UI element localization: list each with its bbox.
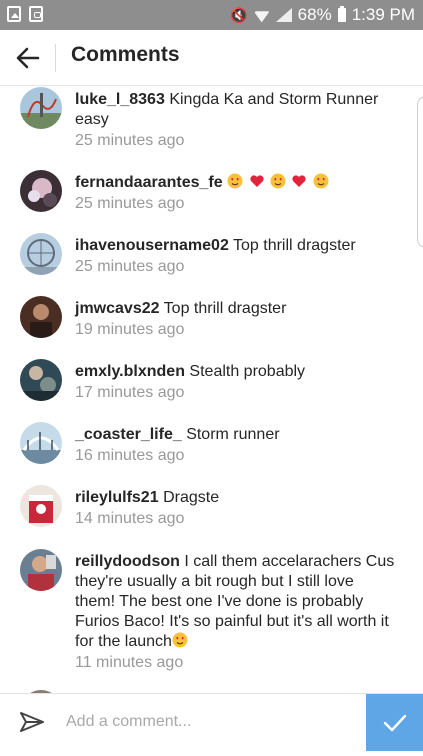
heart-eyes-emoji-icon (172, 632, 188, 648)
avatar[interactable] (20, 233, 62, 275)
avatar[interactable] (20, 87, 62, 129)
comment-username[interactable]: _coaster_life_ (75, 426, 182, 443)
comment-text: luke_l_8363 Kingda Ka and Storm Runner e… (75, 90, 395, 130)
clipboard-notification-icon (29, 6, 43, 22)
checkmark-icon (383, 714, 407, 732)
comment-body: Stealth probably (189, 363, 306, 380)
comment-time: 17 minutes ago (75, 384, 185, 401)
app-bar: Comments (0, 30, 423, 86)
comment-username[interactable]: reillydoodson (75, 553, 180, 570)
comment-username[interactable]: luke_l_8363 (75, 91, 165, 108)
comment-username[interactable]: ihavenousername02 (75, 237, 229, 254)
battery-percent: 68% (297, 5, 332, 24)
avatar[interactable] (20, 170, 62, 212)
comment-list[interactable]: luke_l_8363 Kingda Ka and Storm Runner e… (0, 87, 423, 693)
status-bar: 🔇 68% 1:39 PM (0, 0, 423, 30)
comment-time: 25 minutes ago (75, 132, 185, 149)
battery-icon (337, 6, 346, 22)
heart-eyes-emoji-icon (227, 173, 243, 189)
comment-body: Storm runner (186, 426, 280, 443)
page-title: Comments (71, 43, 180, 66)
comment-username[interactable]: emxly.blxnden (75, 363, 185, 380)
avatar[interactable] (20, 549, 62, 591)
comment-text: fernandaarantes_fe (75, 173, 395, 193)
comment-text: emxly.blxnden Stealth probably (75, 362, 395, 382)
comment-text: ihavenousername02 Top thrill dragster (75, 236, 395, 256)
heart-eyes-emoji-icon (270, 173, 286, 189)
direct-send-icon[interactable] (18, 708, 46, 736)
avatar[interactable] (20, 422, 62, 464)
post-button[interactable] (366, 694, 423, 751)
comment-body: Dragste (163, 489, 220, 506)
avatar[interactable] (20, 296, 62, 338)
mute-icon: 🔇 (230, 6, 248, 23)
comment-time: 11 minutes ago (75, 654, 184, 671)
comment-username[interactable]: fernandaarantes_fe (75, 174, 223, 191)
comment-body: Top thrill dragster (163, 300, 287, 317)
comment-input-bar (0, 693, 423, 751)
comment-text: _coaster_life_ Storm runner (75, 425, 395, 445)
red-heart-emoji-icon (249, 175, 264, 187)
clock: 1:39 PM (351, 5, 415, 24)
comment-text: reillydoodson I call them accelarachers … (75, 552, 395, 652)
red-heart-emoji-icon (292, 175, 307, 187)
avatar[interactable] (20, 359, 62, 401)
comment-time: 25 minutes ago (75, 258, 185, 275)
comment-username[interactable]: rileylulfs21 (75, 489, 159, 506)
comment-username[interactable]: jmwcavs22 (75, 300, 160, 317)
back-arrow-icon[interactable] (14, 44, 42, 72)
wifi-icon (254, 8, 270, 22)
heart-eyes-emoji-icon (313, 173, 329, 189)
comment-text: jmwcavs22 Top thrill dragster (75, 299, 395, 319)
scroll-indicator (417, 96, 423, 248)
gallery-notification-icon (7, 6, 21, 22)
avatar[interactable] (20, 485, 62, 527)
comment-time: 14 minutes ago (75, 510, 185, 527)
comment-text: rileylulfs21 Dragste (75, 488, 395, 508)
header-divider (55, 44, 56, 72)
comment-time: 19 minutes ago (75, 321, 185, 338)
signal-icon (275, 8, 292, 22)
comment-time: 16 minutes ago (75, 447, 185, 464)
comment-time: 25 minutes ago (75, 195, 185, 212)
comment-body (227, 173, 330, 191)
comment-input[interactable] (64, 704, 358, 740)
comment-body: Top thrill dragster (233, 237, 356, 254)
